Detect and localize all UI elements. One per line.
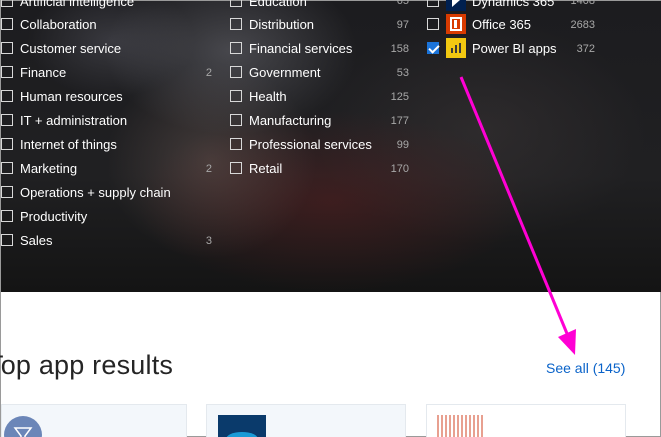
annotation-arrow-icon: [459, 76, 576, 355]
